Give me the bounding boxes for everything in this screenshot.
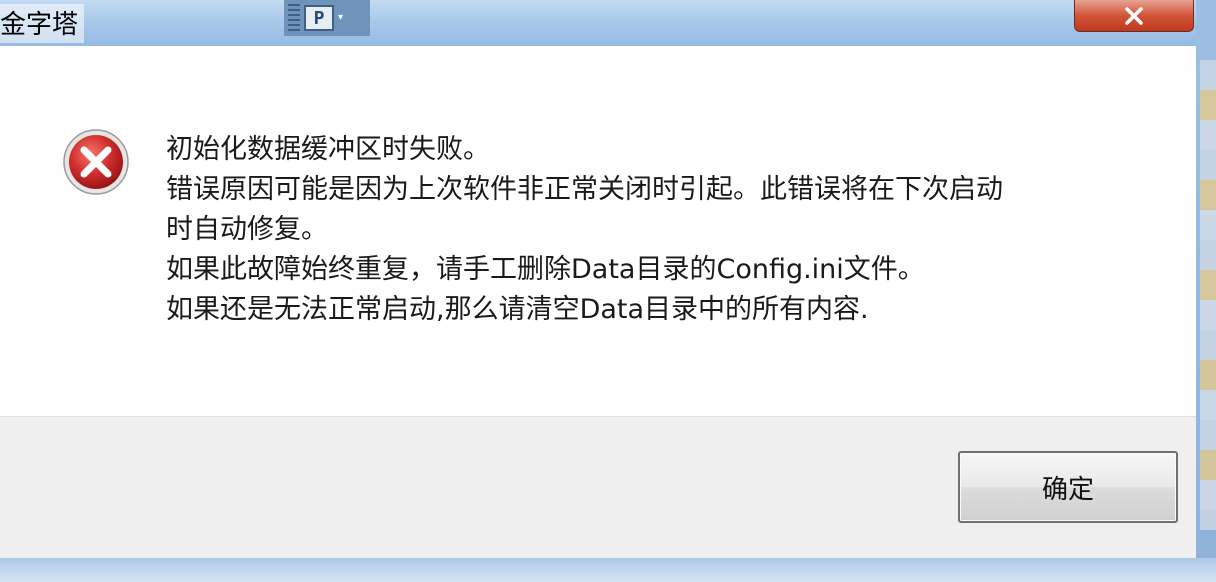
window-title: 金字塔 xyxy=(0,4,85,43)
ok-button[interactable]: 确定 xyxy=(958,451,1178,523)
dropdown-arrow-icon[interactable]: ▾ xyxy=(338,5,348,31)
error-icon xyxy=(63,129,129,195)
message-line: 错误原因可能是因为上次软件非正常关闭时引起。此错误将在下次启动 xyxy=(166,174,1003,205)
close-button[interactable] xyxy=(1074,0,1194,32)
background-window-edge xyxy=(1200,60,1216,530)
toolbar-widget[interactable]: P ▾ xyxy=(284,0,370,36)
message-line: 如果此故障始终重复，请手工删除Data目录的Config.ini文件。 xyxy=(166,254,925,285)
message-area: 初始化数据缓冲区时失败。 错误原因可能是因为上次软件非正常关闭时引起。此错误将在… xyxy=(0,46,1196,416)
message-line: 初始化数据缓冲区时失败。 xyxy=(166,134,490,165)
toolbar-p-button[interactable]: P xyxy=(304,5,334,31)
error-message: 初始化数据缓冲区时失败。 错误原因可能是因为上次软件非正常关闭时引起。此错误将在… xyxy=(166,130,1146,330)
grip-icon[interactable] xyxy=(288,4,300,32)
dialog-body: 初始化数据缓冲区时失败。 错误原因可能是因为上次软件非正常关闭时引起。此错误将在… xyxy=(0,46,1196,559)
title-bar[interactable]: 金字塔 P ▾ xyxy=(0,0,1216,46)
message-line: 时自动修复。 xyxy=(166,214,328,245)
close-icon xyxy=(1125,6,1143,25)
message-line: 如果还是无法正常启动,那么请清空Data目录中的所有内容. xyxy=(166,294,869,325)
background-window-edge-bottom xyxy=(0,558,1216,582)
button-bar: 确定 xyxy=(0,416,1196,559)
